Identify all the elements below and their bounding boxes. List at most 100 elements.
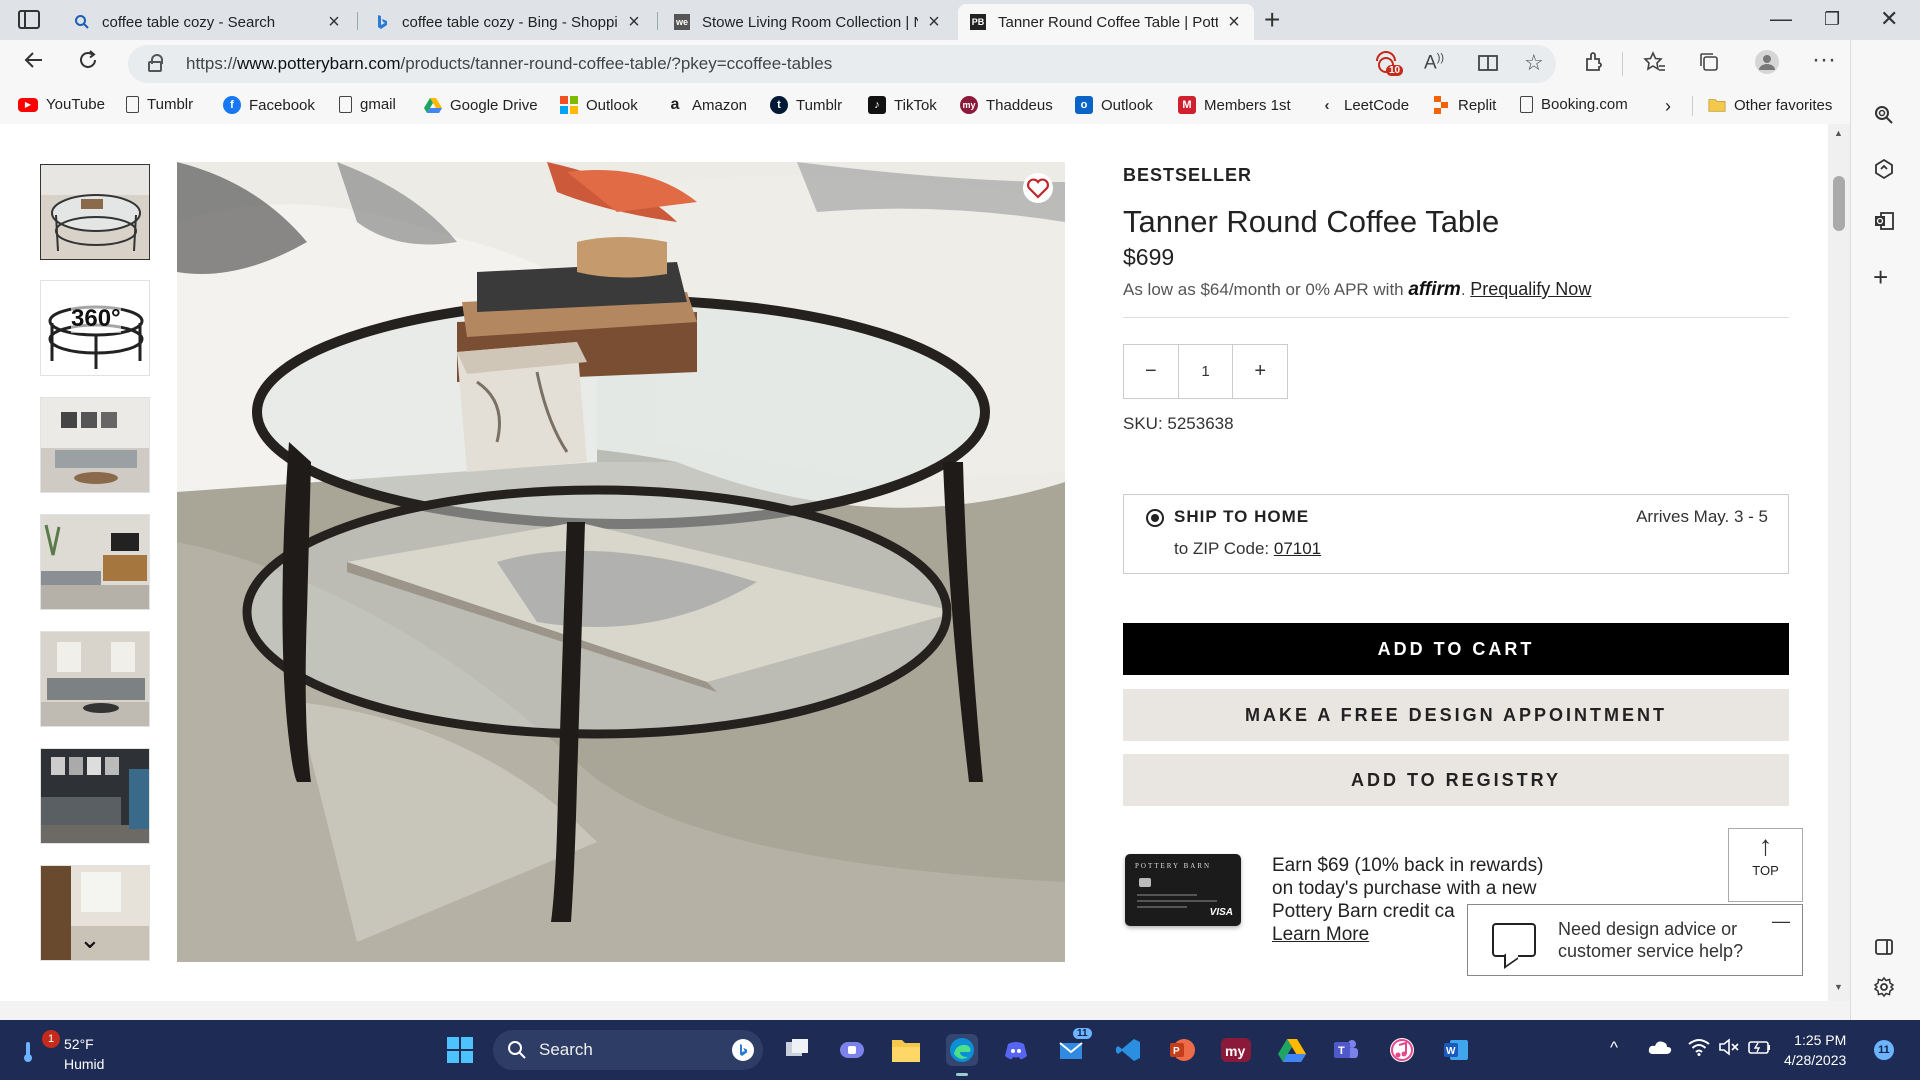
chat-minimize-icon[interactable]: —	[1772, 911, 1790, 932]
scrollbar-thumb[interactable]	[1833, 176, 1845, 231]
quantity-increase-button[interactable]: +	[1233, 345, 1287, 398]
add-to-favorites-heart-icon[interactable]	[1022, 172, 1054, 204]
read-aloud-icon[interactable]: A))	[1424, 52, 1444, 74]
bookmark-tumblr-2[interactable]: t Tumblr	[770, 96, 842, 114]
restore-icon[interactable]: ❐	[1824, 9, 1840, 30]
powerpoint-icon[interactable]: P	[1166, 1034, 1198, 1066]
more-bookmarks-chevron-icon[interactable]: ›	[1665, 96, 1671, 117]
back-to-top-button[interactable]: ↑ TOP	[1728, 828, 1803, 902]
outlook-sidebar-icon[interactable]	[1873, 210, 1895, 238]
scroll-up-icon[interactable]: ▲	[1834, 128, 1843, 138]
tab-stowe-collection[interactable]: we Stowe Living Room Collection | N ×	[662, 4, 954, 40]
close-tab-icon[interactable]: ×	[326, 11, 342, 34]
volume-muted-icon[interactable]	[1718, 1038, 1740, 1061]
close-tab-icon[interactable]: ×	[1226, 11, 1242, 34]
address-bar[interactable]: https://www.potterybarn.com/products/tan…	[128, 45, 1556, 83]
product-thumbnail-7[interactable]: ⌄	[40, 865, 150, 961]
product-thumbnail-1[interactable]	[40, 164, 150, 260]
bookmark-google-drive[interactable]: Google Drive	[424, 96, 538, 114]
add-to-cart-button[interactable]: ADD TO CART	[1123, 623, 1789, 675]
tab-bing-shopping[interactable]: coffee table cozy - Bing - Shoppi ×	[362, 4, 654, 40]
learn-more-link[interactable]: Learn More	[1272, 924, 1369, 945]
tab-tanner-coffee-table[interactable]: PB Tanner Round Coffee Table | Pott ×	[958, 4, 1254, 40]
close-tab-icon[interactable]: ×	[926, 11, 942, 34]
wifi-icon[interactable]	[1688, 1038, 1710, 1061]
bookmark-youtube[interactable]: ▶ YouTube	[18, 96, 105, 113]
product-thumbnail-4[interactable]	[40, 514, 150, 610]
product-thumbnail-3[interactable]	[40, 397, 150, 493]
refresh-icon[interactable]	[76, 48, 100, 79]
design-appointment-button[interactable]: MAKE A FREE DESIGN APPOINTMENT	[1123, 689, 1789, 741]
ship-to-home-option[interactable]: SHIP TO HOME to ZIP Code: 07101 Arrives …	[1123, 494, 1789, 574]
product-main-image[interactable]	[177, 162, 1065, 962]
quantity-input[interactable]: 1	[1177, 345, 1234, 398]
close-tab-icon[interactable]: ×	[626, 11, 642, 34]
notification-center-badge[interactable]: 11	[1874, 1040, 1894, 1060]
close-window-icon[interactable]: ✕	[1880, 6, 1898, 32]
product-thumbnail-6[interactable]	[40, 748, 150, 844]
discord-icon[interactable]	[1000, 1034, 1032, 1066]
immersive-reader-icon[interactable]	[1476, 51, 1500, 81]
taskbar-search[interactable]: Search	[493, 1030, 763, 1070]
prequalify-link[interactable]: Prequalify Now	[1470, 279, 1591, 299]
my-app-icon[interactable]: my	[1220, 1034, 1252, 1066]
teams-chat-icon[interactable]	[836, 1034, 868, 1066]
bookmark-facebook[interactable]: f Facebook	[223, 96, 315, 114]
bookmark-leetcode[interactable]: ‹ LeetCode	[1318, 96, 1410, 114]
task-view-icon[interactable]	[781, 1034, 813, 1066]
add-to-registry-button[interactable]: ADD TO REGISTRY	[1123, 754, 1789, 806]
edge-browser-icon[interactable]	[946, 1034, 978, 1076]
ship-to-home-radio[interactable]	[1146, 509, 1164, 527]
start-button[interactable]	[444, 1034, 476, 1066]
bookmark-other-favorites[interactable]: Other favorites	[1708, 96, 1832, 114]
vscode-icon[interactable]	[1112, 1034, 1144, 1066]
more-menu-icon[interactable]: ···	[1812, 46, 1836, 74]
bookmark-members-1st[interactable]: M Members 1st	[1178, 96, 1291, 114]
onedrive-icon[interactable]	[1648, 1038, 1672, 1061]
bing-icon	[374, 14, 390, 30]
show-hidden-icons[interactable]: ^	[1610, 1038, 1618, 1058]
bookmark-gmail[interactable]: gmail	[339, 96, 396, 113]
clock[interactable]: 1:25 PM 4/28/2023	[1784, 1030, 1846, 1070]
sidebar-layout-icon[interactable]	[1873, 936, 1895, 964]
product-thumbnail-5[interactable]	[40, 631, 150, 727]
bookmark-amazon[interactable]: a Amazon	[666, 96, 747, 114]
extensions-icon[interactable]	[1582, 50, 1606, 80]
tab-actions-icon[interactable]	[18, 10, 40, 29]
add-sidebar-app-icon[interactable]: +	[1873, 262, 1888, 293]
scroll-down-icon[interactable]: ▼	[1834, 982, 1843, 992]
thumbnails-scroll-down-icon[interactable]: ⌄	[79, 924, 101, 955]
favorites-icon[interactable]	[1643, 50, 1667, 80]
mail-icon[interactable]: 11	[1055, 1028, 1092, 1066]
collections-icon[interactable]	[1697, 50, 1721, 80]
word-icon[interactable]: W	[1440, 1034, 1472, 1066]
bookmark-thaddeus[interactable]: my Thaddeus	[960, 96, 1053, 114]
bookmark-replit[interactable]: Replit	[1432, 96, 1496, 114]
search-icon[interactable]	[1873, 104, 1895, 132]
settings-icon[interactable]	[1873, 976, 1895, 1004]
google-drive-icon[interactable]	[1276, 1034, 1308, 1066]
bookmark-booking[interactable]: Booking.com	[1520, 96, 1628, 113]
chat-widget[interactable]: Need design advice or customer service h…	[1467, 904, 1803, 976]
product-thumbnail-360[interactable]: 360°	[40, 280, 150, 376]
minimize-icon[interactable]: —	[1770, 6, 1792, 32]
lock-icon[interactable]	[148, 54, 163, 72]
shopping-icon[interactable]	[1873, 158, 1895, 186]
quantity-decrease-button[interactable]: −	[1124, 345, 1178, 398]
url-text[interactable]: https://www.potterybarn.com/products/tan…	[186, 54, 832, 74]
file-explorer-icon[interactable]	[890, 1034, 922, 1066]
add-favorite-icon[interactable]: ☆	[1524, 50, 1544, 76]
teams-icon[interactable]: T	[1330, 1034, 1362, 1066]
page-vertical-scrollbar[interactable]: ▲ ▼	[1828, 124, 1850, 1001]
itunes-icon[interactable]	[1386, 1034, 1418, 1066]
tab-bing-search[interactable]: coffee table cozy - Search ×	[62, 4, 354, 40]
bookmark-outlook-2[interactable]: o Outlook	[1075, 96, 1153, 114]
back-icon[interactable]	[22, 48, 46, 79]
battery-icon[interactable]	[1748, 1038, 1772, 1061]
zip-code-link[interactable]: 07101	[1274, 539, 1321, 558]
bookmark-tiktok[interactable]: ♪ TikTok	[868, 96, 937, 114]
new-tab-icon[interactable]: +	[1264, 4, 1280, 36]
bookmark-tumblr[interactable]: Tumblr	[126, 96, 193, 113]
bookmark-outlook[interactable]: Outlook	[560, 96, 638, 114]
profile-avatar[interactable]	[1754, 49, 1780, 81]
